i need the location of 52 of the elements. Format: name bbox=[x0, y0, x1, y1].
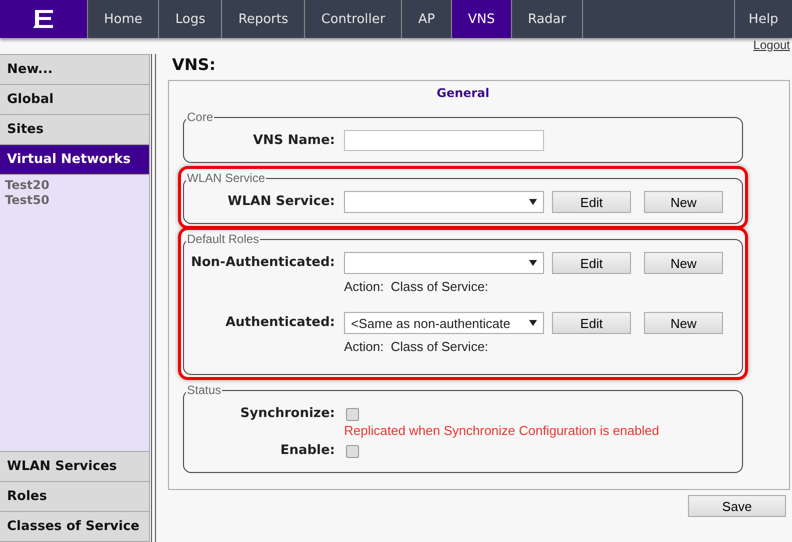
info-text: Class of Service: bbox=[390, 339, 488, 354]
field-label: Authenticated: bbox=[224, 314, 336, 332]
form-button[interactable]: Edit bbox=[552, 312, 631, 334]
logo-icon bbox=[0, 0, 88, 38]
nav-tab[interactable]: Radar bbox=[512, 0, 584, 38]
form-button[interactable]: Edit bbox=[552, 252, 631, 274]
checkbox[interactable] bbox=[346, 445, 359, 458]
group-legend: Core bbox=[186, 110, 214, 124]
nav-tab[interactable]: AP bbox=[402, 0, 452, 38]
form-button[interactable]: Edit bbox=[552, 191, 631, 213]
nav-tab[interactable]: Controller bbox=[305, 0, 402, 38]
tree-item[interactable]: Test50 bbox=[5, 193, 50, 208]
dropdown-arrow-icon bbox=[529, 260, 537, 266]
field-label: Synchronize: bbox=[239, 405, 336, 423]
nav-tab[interactable]: Logs bbox=[159, 0, 222, 38]
form-button[interactable]: New bbox=[644, 312, 723, 334]
dropdown-field[interactable] bbox=[344, 252, 544, 274]
field-label: Non-Authenticated: bbox=[190, 254, 336, 272]
info-text: Class of Service: bbox=[390, 279, 488, 294]
field-label: VNS Name: bbox=[252, 132, 336, 150]
form-button[interactable]: New bbox=[644, 252, 723, 274]
dropdown-arrow-icon bbox=[529, 199, 537, 205]
page-title: VNS: bbox=[172, 55, 217, 76]
info-text: Action: bbox=[344, 339, 384, 354]
field-label: WLAN Service: bbox=[226, 193, 336, 211]
tree-item[interactable]: Test20 bbox=[5, 178, 50, 193]
nav-tab[interactable]: VNS bbox=[452, 0, 512, 38]
sidebar-item[interactable]: New... bbox=[0, 55, 150, 85]
form-button[interactable]: New bbox=[644, 191, 723, 213]
sidebar-item[interactable]: WLAN Services bbox=[0, 452, 150, 482]
info-text: Action: bbox=[344, 279, 384, 294]
save-button[interactable]: Save bbox=[688, 495, 786, 517]
hint-text: Replicated when Synchronize Configuration is enabled bbox=[344, 423, 660, 438]
section-tab[interactable]: General bbox=[436, 86, 490, 100]
dropdown-field[interactable] bbox=[344, 191, 544, 213]
sidebar-item[interactable]: Classes of Service bbox=[0, 512, 150, 542]
field-label: Enable: bbox=[279, 442, 336, 460]
sidebar-item[interactable]: Sites bbox=[0, 115, 150, 145]
group-legend: Status bbox=[186, 383, 222, 397]
group-legend: Default Roles bbox=[186, 232, 260, 246]
group-legend: WLAN Service bbox=[186, 171, 266, 185]
sidebar-item[interactable]: Roles bbox=[0, 482, 150, 512]
nav-tab[interactable]: Home bbox=[88, 0, 160, 38]
sidebar-item[interactable]: Global bbox=[0, 85, 150, 115]
input-field[interactable] bbox=[344, 130, 544, 151]
logout-link[interactable]: Logout bbox=[753, 38, 790, 52]
dropdown-field[interactable]: <Same as non-authenticate bbox=[344, 312, 544, 334]
checkbox[interactable] bbox=[346, 408, 359, 421]
help-tab[interactable]: Help bbox=[735, 0, 792, 38]
dropdown-arrow-icon bbox=[529, 320, 537, 326]
nav-tab[interactable]: Reports bbox=[222, 0, 306, 38]
sidebar-item[interactable]: Virtual Networks bbox=[0, 145, 150, 175]
